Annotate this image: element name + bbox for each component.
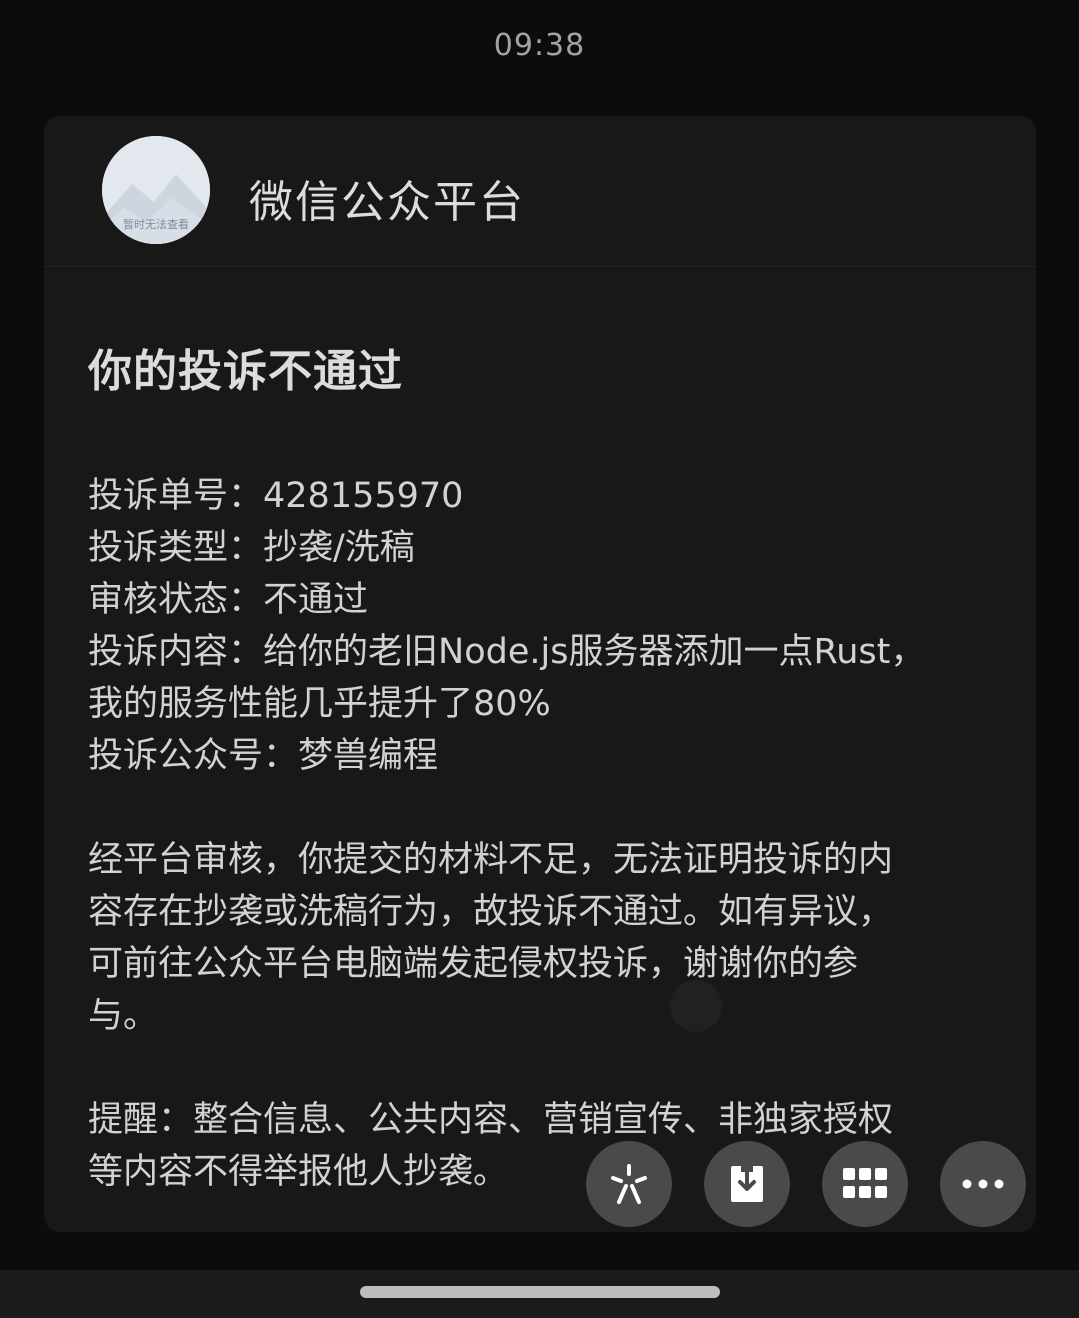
detail-label: 投诉单号： <box>88 476 264 516</box>
avatar[interactable]: 暂时无法查看 <box>102 136 210 244</box>
detail-label: 投诉内容： <box>88 632 264 672</box>
detail-value: 不通过 <box>263 580 369 620</box>
detail-value: 428155970 <box>263 476 464 516</box>
paragraph-line: 可前往公众平台电脑端发起侵权投诉，谢谢你的参 <box>88 944 859 984</box>
detail-value: 梦兽编程 <box>298 736 439 776</box>
sparkle-icon <box>611 1164 647 1204</box>
navigation-bar <box>0 1270 1079 1318</box>
detail-row-complaint-id: 投诉单号：428155970 <box>88 470 978 522</box>
more-icon <box>962 1179 1004 1189</box>
floating-action-bar <box>586 1141 1026 1227</box>
apps-button[interactable] <box>822 1141 908 1227</box>
grid-icon <box>843 1168 887 1198</box>
faint-overlay-dot <box>670 980 722 1032</box>
paragraph-line: 容存在抄袭或洗稿行为，故投诉不通过。如有异议， <box>88 892 894 932</box>
screen: 09:38 暂时无法查看 微信公众平台 你的投诉不通过 投诉单号：4281559… <box>0 0 1079 1318</box>
detail-label: 投诉类型： <box>88 528 264 568</box>
detail-row-complaint-type: 投诉类型：抄袭/洗稿 <box>88 522 978 574</box>
download-icon <box>731 1166 763 1202</box>
paragraph-line: 提醒：整合信息、公共内容、营销宣传、非独家授权 <box>88 1100 894 1140</box>
detail-row-complaint-content: 投诉内容：给你的老旧Node.js服务器添加一点Rust， <box>88 626 978 678</box>
paragraph-line: 与。 <box>88 996 159 1036</box>
status-time: 09:38 <box>493 28 586 63</box>
save-to-device-button[interactable] <box>704 1141 790 1227</box>
sparkle-button[interactable] <box>586 1141 672 1227</box>
complaint-details: 投诉单号：428155970 投诉类型：抄袭/洗稿 审核状态：不通过 投诉内容：… <box>88 470 978 782</box>
paragraph-line: 经平台审核，你提交的材料不足，无法证明投诉的内 <box>88 840 894 880</box>
card-header: 暂时无法查看 微信公众平台 <box>44 116 1036 267</box>
detail-row-complaint-account: 投诉公众号：梦兽编程 <box>88 730 978 782</box>
more-options-button[interactable] <box>940 1141 1026 1227</box>
detail-label: 审核状态： <box>88 580 264 620</box>
notification-card[interactable]: 暂时无法查看 微信公众平台 你的投诉不通过 投诉单号：428155970 投诉类… <box>44 116 1036 1232</box>
message-headline: 你的投诉不通过 <box>88 346 403 397</box>
home-indicator[interactable] <box>360 1286 720 1298</box>
avatar-caption: 暂时无法查看 <box>123 218 189 231</box>
detail-value: 抄袭/洗稿 <box>263 528 415 568</box>
detail-row-review-status: 审核状态：不通过 <box>88 574 978 626</box>
detail-value: 给你的老旧Node.js服务器添加一点Rust， <box>263 632 926 672</box>
detail-label: 投诉公众号： <box>88 736 299 776</box>
detail-row-complaint-content-continuation: 我的服务性能几乎提升了80% <box>88 684 551 724</box>
account-name[interactable]: 微信公众平台 <box>249 166 525 230</box>
review-result-paragraph: 经平台审核，你提交的材料不足，无法证明投诉的内 容存在抄袭或洗稿行为，故投诉不通… <box>88 834 978 1042</box>
message-body: 你的投诉不通过 投诉单号：428155970 投诉类型：抄袭/洗稿 审核状态：不… <box>88 342 978 1198</box>
